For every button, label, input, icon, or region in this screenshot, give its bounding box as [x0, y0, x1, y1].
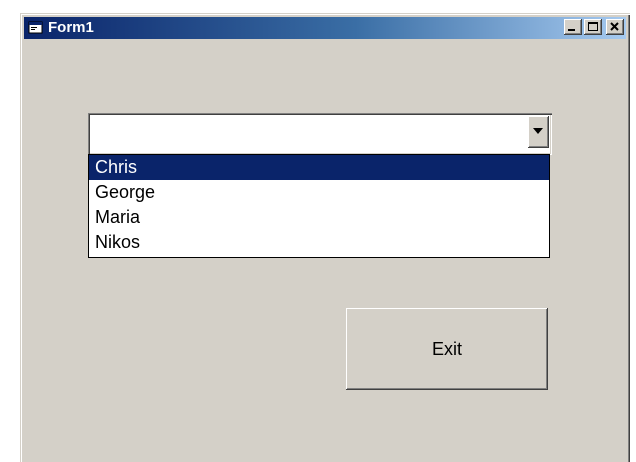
- chevron-down-icon: [533, 128, 543, 134]
- close-button[interactable]: [606, 19, 624, 35]
- close-icon: [610, 22, 619, 31]
- form-window: Form1 Chris George Maria Nikos Exit: [20, 13, 630, 462]
- maximize-icon: [588, 22, 598, 31]
- list-item[interactable]: Chris: [89, 155, 549, 180]
- maximize-button[interactable]: [584, 19, 602, 35]
- list-item[interactable]: George: [89, 180, 549, 205]
- exit-button[interactable]: Exit: [346, 308, 548, 390]
- minimize-icon: [568, 29, 575, 31]
- list-item[interactable]: Maria: [89, 205, 549, 230]
- window-title: Form1: [48, 19, 94, 36]
- title-bar[interactable]: Form1: [24, 17, 626, 39]
- name-combobox[interactable]: [88, 113, 552, 155]
- dropdown-list[interactable]: Chris George Maria Nikos: [88, 154, 550, 258]
- dropdown-button[interactable]: [528, 116, 549, 148]
- minimize-button[interactable]: [564, 19, 582, 35]
- form-app-icon[interactable]: [28, 20, 44, 36]
- list-item[interactable]: Nikos: [89, 230, 549, 255]
